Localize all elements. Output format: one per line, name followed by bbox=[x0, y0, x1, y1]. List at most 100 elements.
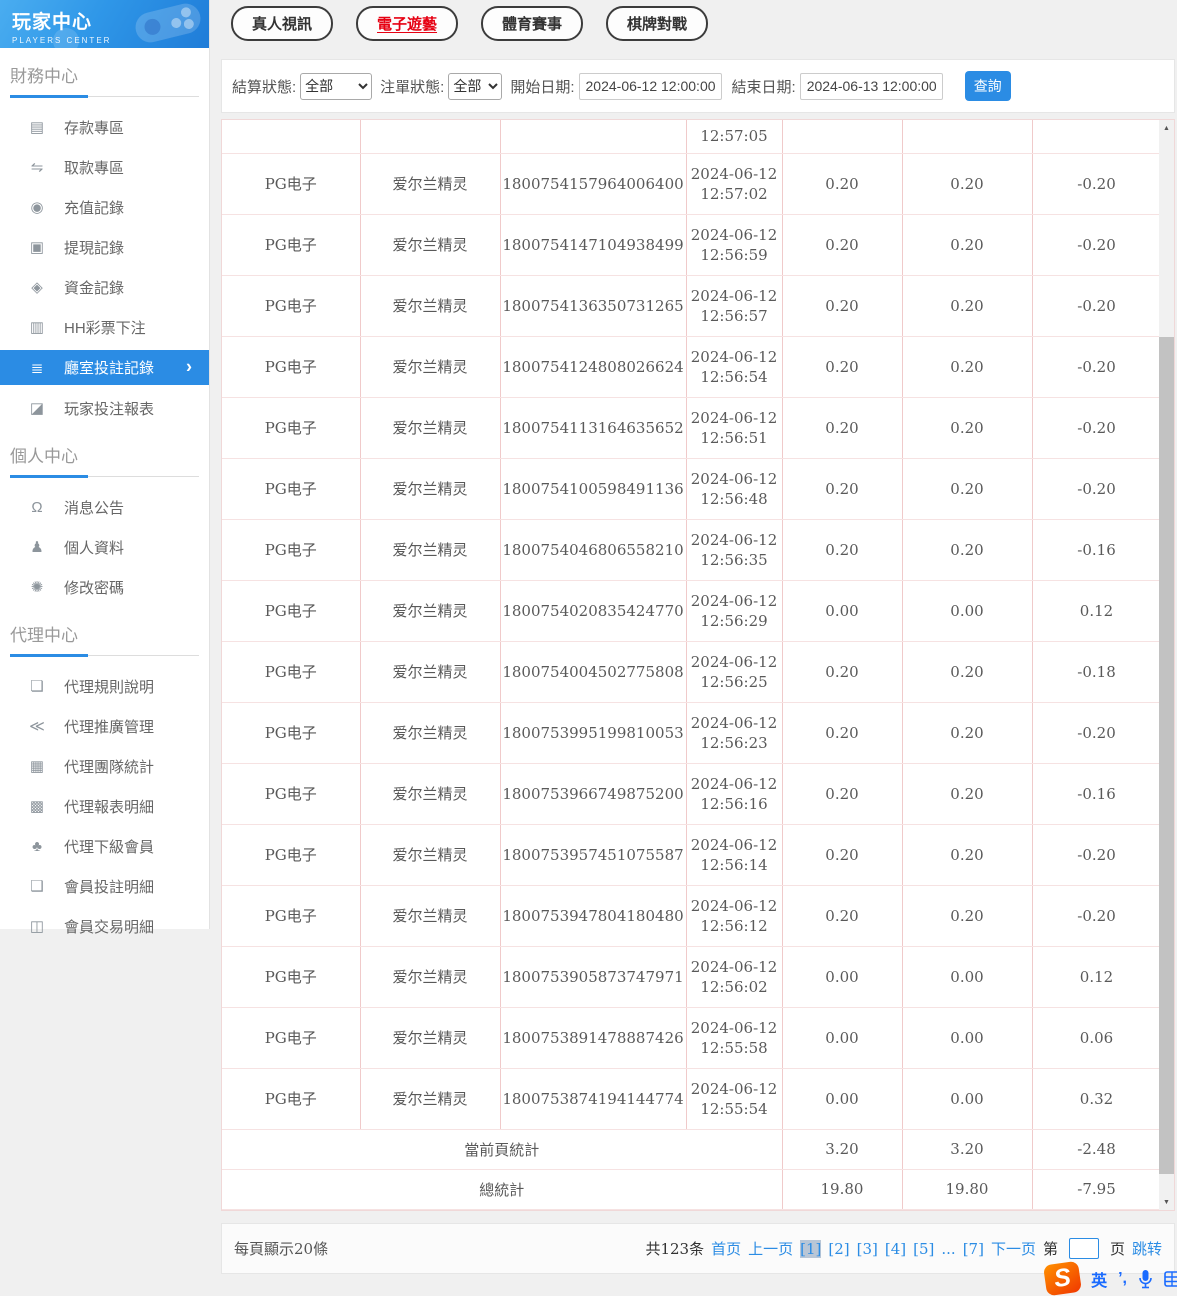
keyboard-icon[interactable] bbox=[1164, 1270, 1177, 1288]
sidebar-item-agent-report-detail[interactable]: ▩ 代理報表明細 bbox=[0, 786, 209, 826]
section-title-finance: 財務中心 bbox=[10, 62, 199, 98]
cell-time: 2024-06-12 12:56:54 bbox=[686, 336, 783, 398]
sidebar-item-recharge-record[interactable]: ◉ 充值記錄 bbox=[0, 187, 209, 227]
jump-suffix-text: 页 bbox=[1109, 1240, 1125, 1258]
cell-platform: PG电子 bbox=[222, 885, 361, 947]
bet-date: 2024-06-12 bbox=[690, 225, 778, 244]
cell-time: 2024-06-12 12:55:58 bbox=[686, 1007, 783, 1069]
summary-bet-amount: 19.80 bbox=[782, 1169, 903, 1210]
page-link-7[interactable]: [7] bbox=[963, 1240, 984, 1258]
bet-clock: 12:56:59 bbox=[700, 245, 768, 264]
cell-platform: PG电子 bbox=[222, 214, 361, 276]
start-date-input[interactable] bbox=[578, 72, 722, 100]
cell-bet-amount: 0.20 bbox=[782, 519, 903, 581]
cell-platform: PG电子 bbox=[222, 1068, 361, 1130]
ime-punctuation-toggle[interactable]: ’, bbox=[1118, 1270, 1127, 1288]
bet-clock: 12:56:25 bbox=[700, 672, 768, 691]
sidebar-item-label: 代理下級會員 bbox=[64, 838, 155, 856]
sidebar-item-room-bet-record[interactable]: ≣ 廳室投註記錄 › bbox=[0, 350, 209, 385]
tab-sports[interactable]: 體育賽事 bbox=[481, 5, 584, 41]
page-link-2[interactable]: [2] bbox=[828, 1240, 849, 1258]
table-row: PG电子 爱尔兰精灵 1800754124808026624 2024-06-1… bbox=[222, 336, 1162, 398]
vertical-scrollbar[interactable]: ▲ ▼ bbox=[1159, 120, 1174, 1210]
cell-game: 爱尔兰精灵 bbox=[360, 763, 501, 825]
cell-bet-amount: 0.00 bbox=[782, 580, 903, 642]
sidebar-item-player-report[interactable]: ◪ 玩家投注報表 bbox=[0, 388, 209, 428]
table-row: PG电子 爱尔兰精灵 1800753966749875200 2024-06-1… bbox=[222, 763, 1162, 825]
page-link-4[interactable]: [4] bbox=[885, 1240, 906, 1258]
page-link-3[interactable]: [3] bbox=[857, 1240, 878, 1258]
tab-electronic-games[interactable]: 電子遊藝 bbox=[356, 5, 459, 41]
sidebar-item-agent-rules[interactable]: ❏ 代理規則說明 bbox=[0, 666, 209, 706]
sogou-logo-icon[interactable]: S bbox=[1043, 1260, 1083, 1296]
settle-status-select[interactable]: 全部 bbox=[300, 72, 373, 100]
scroll-up-icon[interactable]: ▲ bbox=[1159, 120, 1174, 136]
cell-valid-bet: 0.20 bbox=[902, 824, 1033, 886]
jump-button[interactable]: 跳转 bbox=[1132, 1238, 1162, 1259]
cell-game: 爱尔兰精灵 bbox=[360, 885, 501, 947]
sidebar-item-label: HH彩票下注 bbox=[64, 319, 146, 337]
next-page-link[interactable]: 下一页 bbox=[991, 1238, 1036, 1259]
prev-page-link[interactable]: 上一页 bbox=[748, 1238, 793, 1259]
cell-game: 爱尔兰精灵 bbox=[360, 519, 501, 581]
bet-clock: 12:56:48 bbox=[700, 489, 768, 508]
sidebar-item-member-trade-detail[interactable]: ◫ 會員交易明細 bbox=[0, 906, 209, 946]
sidebar-item-profile[interactable]: ♟ 個人資料 bbox=[0, 527, 209, 567]
cell-platform: PG电子 bbox=[222, 519, 361, 581]
cell-order-no: 1800754046806558210 bbox=[500, 519, 687, 581]
cell-order-no: 1800754020835424770 bbox=[500, 580, 687, 642]
end-date-input[interactable] bbox=[799, 72, 943, 100]
cell-bet-amount: 0.00 bbox=[782, 946, 903, 1008]
cell-platform: PG电子 bbox=[222, 336, 361, 398]
sidebar-item-announcement[interactable]: Ω 消息公告 bbox=[0, 487, 209, 527]
cell-time: 2024-06-12 12:57:02 bbox=[686, 153, 783, 215]
game-category-tabs: 真人視訊 電子遊藝 體育賽事 棋牌對戰 bbox=[210, 0, 1177, 46]
sidebar-item-withdraw[interactable]: ⇋ 取款專區 bbox=[0, 147, 209, 187]
table-row: PG电子 爱尔兰精灵 1800753957451075587 2024-06-1… bbox=[222, 824, 1162, 886]
bet-clock: 12:56:29 bbox=[700, 611, 768, 630]
summary-profit: -7.95 bbox=[1032, 1169, 1162, 1210]
chevron-right-icon: › bbox=[186, 356, 192, 377]
ime-language-toggle[interactable]: 英 bbox=[1091, 1267, 1107, 1291]
sidebar-item-label: 消息公告 bbox=[64, 499, 125, 517]
sidebar: 玩家中心 PLAYERS CENTER 財務中心 ▤ 存款專區 ⇋ 取款專區 ◉… bbox=[0, 0, 210, 936]
bet-date: 2024-06-12 bbox=[690, 774, 778, 793]
cell-bet-amount: 0.20 bbox=[782, 641, 903, 703]
sidebar-item-withdrawal-record[interactable]: ▣ 提現記錄 bbox=[0, 227, 209, 267]
sidebar-item-hh-lottery[interactable]: ▥ HH彩票下注 bbox=[0, 307, 209, 347]
section-title-personal: 個人中心 bbox=[10, 442, 199, 478]
cell-valid-bet: 0.20 bbox=[902, 214, 1033, 276]
sidebar-item-agent-team-stats[interactable]: ▦ 代理團隊統計 bbox=[0, 746, 209, 786]
cell-order-no: 1800753957451075587 bbox=[500, 824, 687, 886]
sidebar-item-change-password[interactable]: ✺ 修改密碼 bbox=[0, 567, 209, 607]
member-bet-detail-icon: ❑ bbox=[30, 878, 44, 895]
tab-live-video[interactable]: 真人視訊 bbox=[231, 5, 334, 41]
sidebar-item-agent-members[interactable]: ♣ 代理下級會員 bbox=[0, 826, 209, 866]
bet-records-table: 12:57:05 PG电子 爱尔兰精灵 1800754157964006400 … bbox=[222, 120, 1162, 1210]
scrollbar-thumb[interactable] bbox=[1159, 337, 1174, 1174]
microphone-icon[interactable] bbox=[1138, 1269, 1153, 1289]
page-link-1[interactable]: [1] bbox=[800, 1239, 822, 1258]
cell-time: 2024-06-12 12:56:23 bbox=[686, 702, 783, 764]
jump-page-input[interactable] bbox=[1068, 1238, 1099, 1259]
sidebar-item-label: 會員投註明細 bbox=[64, 878, 155, 896]
sidebar-item-member-bet-detail[interactable]: ❑ 會員投註明細 bbox=[0, 866, 209, 906]
order-status-select[interactable]: 全部 bbox=[448, 72, 503, 100]
sidebar-item-deposit[interactable]: ▤ 存款專區 bbox=[0, 107, 209, 147]
cell-time: 2024-06-12 12:55:54 bbox=[686, 1068, 783, 1130]
agent-members-icon: ♣ bbox=[32, 837, 42, 855]
tab-board-games[interactable]: 棋牌對戰 bbox=[606, 5, 709, 41]
first-page-link[interactable]: 首页 bbox=[711, 1238, 741, 1259]
start-date-label: 開始日期: bbox=[510, 78, 575, 96]
cell-platform: PG电子 bbox=[222, 1007, 361, 1069]
table-row: PG电子 爱尔兰精灵 1800753995199810053 2024-06-1… bbox=[222, 702, 1162, 764]
sidebar-item-funds-record[interactable]: ◈ 資金記錄 bbox=[0, 267, 209, 307]
cell-platform: PG电子 bbox=[222, 275, 361, 337]
sidebar-item-agent-promo[interactable]: ≪ 代理推廣管理 bbox=[0, 706, 209, 746]
scroll-down-icon[interactable]: ▼ bbox=[1159, 1194, 1174, 1210]
cell-game: 爱尔兰精灵 bbox=[360, 641, 501, 703]
table-row: PG电子 爱尔兰精灵 1800754020835424770 2024-06-1… bbox=[222, 580, 1162, 642]
search-button[interactable]: 查詢 bbox=[964, 71, 1011, 101]
page-link-5[interactable]: [5] bbox=[913, 1240, 934, 1258]
cell-platform: PG电子 bbox=[222, 824, 361, 886]
